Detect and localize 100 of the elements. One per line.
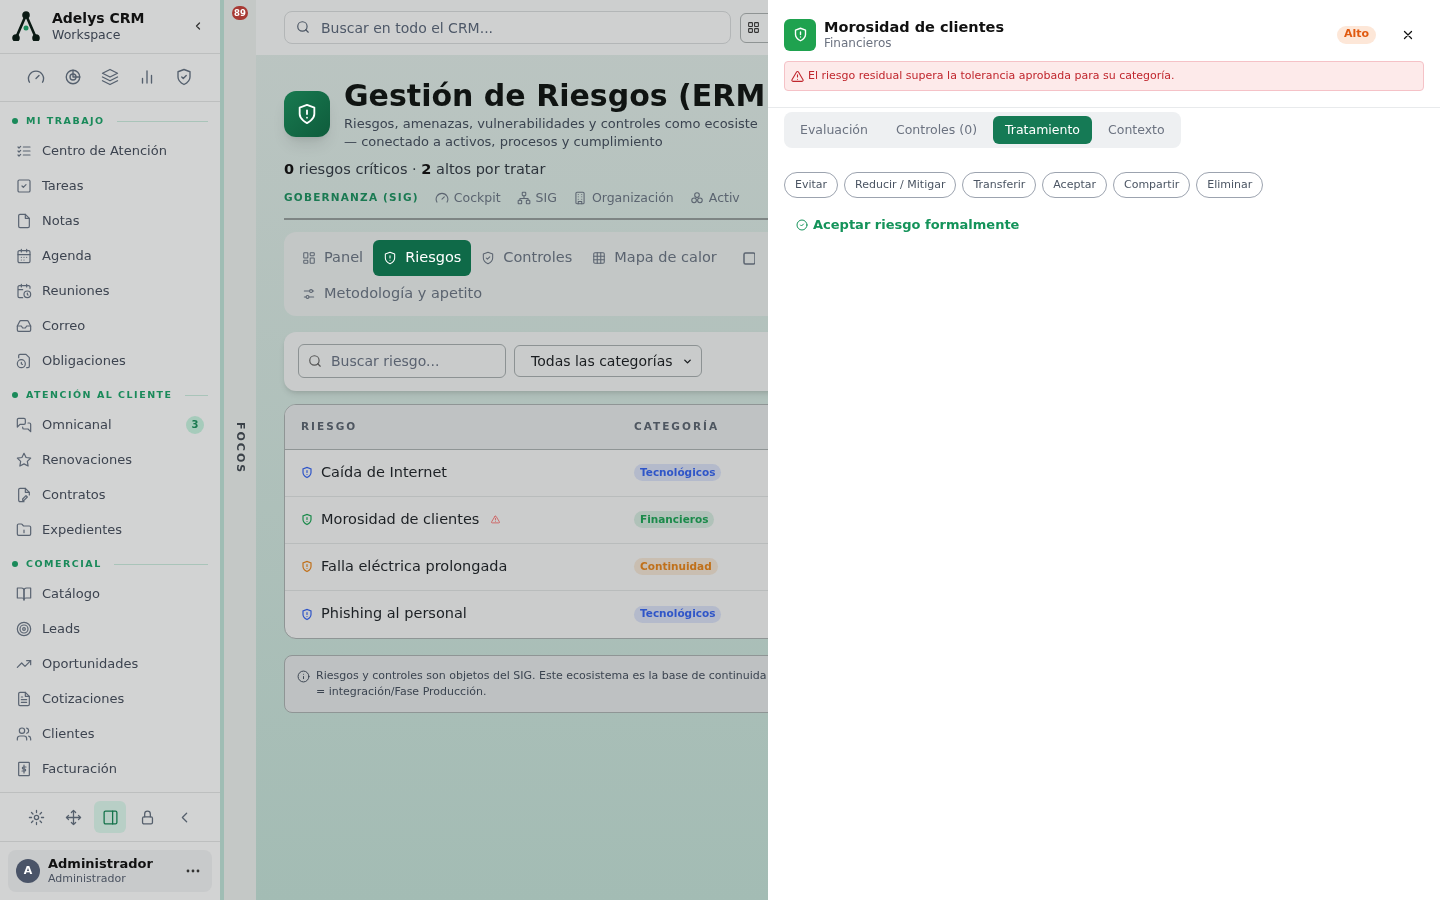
sidebar-item[interactable]: Clientes — [8, 716, 212, 752]
sidebar-item[interactable]: Notas — [8, 203, 212, 239]
sidebar-item[interactable]: Catálogo — [8, 576, 212, 612]
tab[interactable]: Evaluación — [788, 116, 880, 145]
risk-name[interactable]: Caída de Internet — [321, 461, 448, 484]
section-title: MI TRABAJO — [26, 114, 105, 129]
dashboard-icon — [302, 250, 316, 265]
document-icon — [16, 690, 32, 707]
pie-chart-icon — [64, 68, 82, 87]
sidebar-item[interactable]: Centro de Atención — [8, 133, 212, 169]
category-tag: Financieros — [634, 511, 715, 528]
user-card[interactable]: A Administrador Administrador — [8, 850, 212, 892]
shield-check-icon — [175, 68, 193, 87]
calendar-clock-icon — [16, 282, 32, 299]
warning-icon — [791, 69, 804, 83]
level-badge: Alto — [1336, 25, 1376, 44]
tab[interactable]: Contexto — [1096, 116, 1177, 145]
shield-icon — [301, 607, 313, 621]
category-dropdown[interactable]: Todas las categorías — [514, 345, 702, 377]
column-header: CATEGORÍA — [634, 418, 719, 434]
section-title: ATENCIÓN AL CLIENTE — [26, 388, 173, 403]
info-icon — [297, 669, 310, 683]
clipboard-icon[interactable] — [742, 250, 755, 265]
document-pen-icon — [16, 486, 32, 503]
accept-risk-link[interactable]: Aceptar riesgo formalmente — [796, 215, 1020, 235]
drawer-subtitle: Financieros — [824, 36, 893, 52]
shield-check-icon — [481, 250, 496, 265]
global-search-field[interactable]: Buscar en todo el CRM... — [284, 11, 731, 44]
nav-link[interactable]: Cockpit — [434, 188, 501, 208]
sidebar-item[interactable]: Correo — [8, 308, 212, 344]
shield-alert-icon — [792, 27, 808, 43]
document-icon — [16, 212, 32, 229]
column-header: RIESGO — [301, 418, 359, 434]
checkbox-icon — [16, 177, 32, 194]
risk-name[interactable]: Phishing al personal — [321, 603, 467, 625]
star-icon — [16, 451, 32, 468]
more-icon[interactable] — [186, 869, 200, 873]
risk-search-field[interactable]: Buscar riesgo... — [298, 344, 506, 378]
tab[interactable]: Metodología y apetito — [292, 275, 493, 312]
sidebar-item[interactable]: Agenda — [8, 238, 212, 274]
chat-bubbles-icon — [16, 416, 32, 433]
shield-icon — [301, 466, 313, 479]
quick-link-button[interactable] — [175, 68, 193, 87]
sidebar-item[interactable]: Facturación — [8, 751, 212, 787]
sidebar-item[interactable]: Contratos — [8, 477, 212, 513]
alert-text: El riesgo residual supera la tolerancia aprobada para su categoría. — [808, 67, 1175, 84]
page-description: — conectado a activos, procesos y cumplimiento — [344, 133, 664, 151]
sidebar-item[interactable]: Leads — [8, 611, 212, 647]
page-title: Gestión de Riesgos (ERM — [344, 77, 766, 115]
receipt-icon — [16, 760, 32, 777]
sidebar-item[interactable]: Cotizaciones — [8, 681, 212, 717]
category-tag: Continuidad — [634, 558, 718, 575]
brand-subtitle: Workspace — [52, 27, 122, 43]
section-label: GOBERNANZA (SIG) — [284, 190, 419, 206]
target-icon — [16, 620, 32, 637]
risk-name[interactable]: Falla eléctrica prolongada — [321, 555, 508, 578]
sidebar-item[interactable]: Omnicanal 3 — [8, 407, 212, 443]
document-clock-icon — [16, 352, 32, 369]
grid-icon — [746, 21, 760, 34]
nav-link[interactable]: Activ — [689, 188, 740, 208]
sidebar-item[interactable]: Obligaciones — [8, 343, 212, 379]
risk-name[interactable]: Morosidad de clientes — [321, 508, 480, 531]
section-title: COMERCIAL — [26, 557, 102, 572]
nav-link[interactable]: SIG — [516, 188, 557, 208]
avatar: A — [16, 859, 40, 883]
table-row[interactable]: Phishing al personal Tecnológicos — [285, 590, 768, 638]
tab[interactable]: Panel — [292, 239, 374, 276]
move-arrows-icon — [64, 808, 82, 826]
toolbar-button[interactable] — [94, 801, 126, 834]
shield-alert-icon — [383, 250, 398, 265]
tab[interactable]: Controles — [471, 239, 583, 276]
category-tag: Tecnológicos — [634, 605, 722, 623]
tab[interactable]: Tratamiento — [993, 116, 1092, 145]
quick-link-button[interactable] — [64, 68, 82, 87]
risk-summary: 0 riesgos críticos · 2 altos por tratar — [284, 160, 547, 179]
shield-alert-icon — [296, 103, 318, 125]
open-book-icon — [16, 585, 32, 602]
shield-icon — [301, 513, 313, 526]
gauge-icon — [434, 191, 449, 206]
sidebar-item[interactable]: Oportunidades — [8, 646, 212, 682]
brand-name: Adelys CRM — [52, 9, 146, 28]
sidebar-item[interactable]: Reuniones — [8, 273, 212, 309]
tab[interactable]: Riesgos — [373, 239, 472, 276]
quick-link-button[interactable] — [101, 68, 119, 87]
inbox-icon — [16, 317, 32, 334]
page-description: Riesgos, amenazas, vulnerabilidades y controles como ecosiste — [344, 115, 759, 133]
warning-icon — [491, 515, 501, 524]
circles-icon — [689, 191, 704, 206]
note-text: Riesgos y controles son objetos del SIG. Este ecosistema es la base de continuida = integración/Fase Producción. — [316, 667, 767, 700]
sidebar-item[interactable]: Tareas — [8, 168, 212, 204]
tab[interactable]: Mapa de calor — [582, 239, 727, 276]
sidebar-item[interactable]: Expedientes — [8, 512, 212, 548]
focus-tab[interactable]: FOCOS — [231, 422, 248, 475]
tab[interactable]: Controles (0) — [883, 116, 989, 145]
shield-icon — [301, 560, 313, 573]
sidebar-item[interactable]: Renovaciones — [8, 442, 212, 478]
settings-icon — [27, 808, 45, 826]
calendar-icon — [16, 247, 32, 264]
search-icon — [308, 354, 322, 368]
folder-icon — [16, 521, 32, 538]
